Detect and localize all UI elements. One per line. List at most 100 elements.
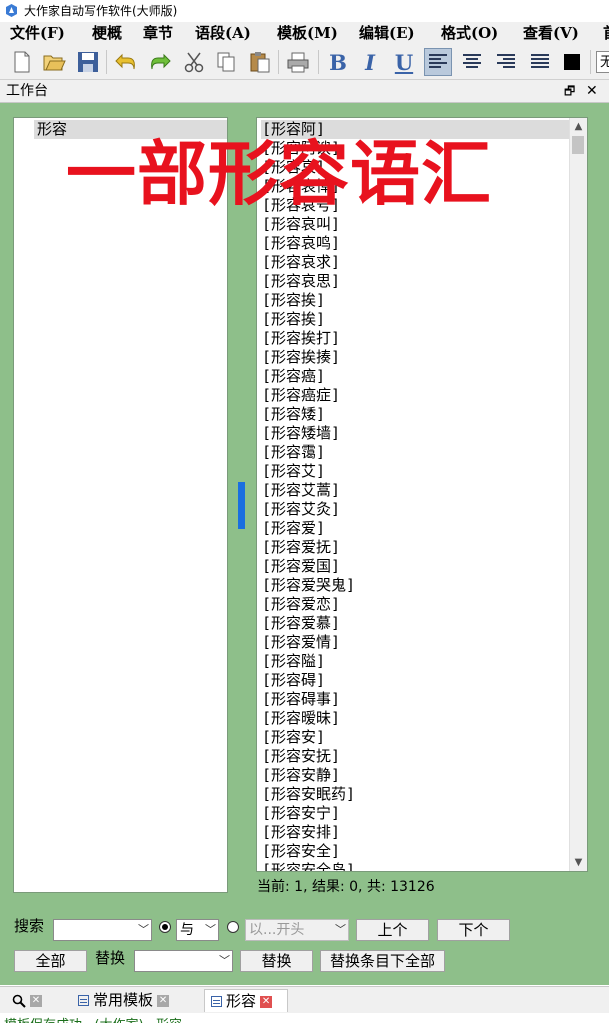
scroll-thumb[interactable] xyxy=(572,136,584,154)
mode-select[interactable]: 与 ﹀ xyxy=(176,919,219,941)
tab-bar: ✕ 常用模板 ✕ 形容 ✕ xyxy=(0,986,609,1013)
tab-close-icon[interactable]: ✕ xyxy=(260,995,273,1008)
list-item[interactable]: [形容癌] xyxy=(261,367,571,386)
radio-starts-with[interactable] xyxy=(227,921,239,933)
tab-xingrong[interactable]: 形容 ✕ xyxy=(204,989,288,1012)
list-item[interactable]: [形容癌症] xyxy=(261,386,571,405)
list-item[interactable]: [形容爱] xyxy=(261,519,571,538)
menu-paragraph[interactable]: 语段(A) xyxy=(195,22,251,45)
tab-label: 常用模板 xyxy=(93,991,154,1009)
category-tree[interactable]: 形容 xyxy=(13,117,228,893)
list-item[interactable]: [形容碍事] xyxy=(261,690,571,709)
list-item[interactable]: [形容碍] xyxy=(261,671,571,690)
list-item[interactable]: [形容哀思] xyxy=(261,272,571,291)
list-item[interactable]: [形容霭] xyxy=(261,443,571,462)
restore-icon[interactable]: 🗗 xyxy=(564,80,575,102)
tab-common-templates[interactable]: 常用模板 ✕ xyxy=(78,989,188,1011)
list-item[interactable]: [形容哀求] xyxy=(261,253,571,272)
menu-format[interactable]: 格式(O) xyxy=(441,22,498,45)
list-item[interactable]: [形容艾] xyxy=(261,462,571,481)
redo-icon[interactable] xyxy=(146,48,174,76)
list-item[interactable]: [形容安抚] xyxy=(261,747,571,766)
close-icon[interactable]: ✕ xyxy=(586,80,598,102)
align-right-icon[interactable] xyxy=(492,48,520,76)
list-item[interactable]: [形容挨打] xyxy=(261,329,571,348)
mode-value: 与 xyxy=(180,922,194,938)
font-combo[interactable]: 无 xyxy=(596,51,609,73)
list-item[interactable]: [形容艾蒿] xyxy=(261,481,571,500)
list-item[interactable]: [形容阿谀] xyxy=(261,139,571,158)
list-item[interactable]: [形容爱慕] xyxy=(261,614,571,633)
list-item[interactable]: [形容安全] xyxy=(261,842,571,861)
all-button[interactable]: 全部 xyxy=(14,950,87,972)
list-item[interactable]: [形容安排] xyxy=(261,823,571,842)
underline-icon[interactable]: U xyxy=(390,48,418,76)
menu-chapter[interactable]: 章节 xyxy=(143,22,173,45)
paste-icon[interactable] xyxy=(246,48,274,76)
tab-close-icon[interactable]: ✕ xyxy=(157,994,170,1007)
list-item[interactable]: [形容爱抚] xyxy=(261,538,571,557)
list-scrollbar[interactable]: ▲ ▼ xyxy=(569,118,587,871)
list-item[interactable]: [形容爱国] xyxy=(261,557,571,576)
list-item[interactable]: [形容挨] xyxy=(261,291,571,310)
menu-outline[interactable]: 梗概 xyxy=(92,22,122,45)
menu-edit[interactable]: 编辑(E) xyxy=(359,22,415,45)
tab-search[interactable]: ✕ xyxy=(8,989,60,1011)
align-center-icon[interactable] xyxy=(458,48,486,76)
menu-template[interactable]: 模板(M) xyxy=(277,22,338,45)
list-item[interactable]: [形容矮] xyxy=(261,405,571,424)
next-button[interactable]: 下个 xyxy=(437,919,510,941)
list-item[interactable]: [形容哀鸣] xyxy=(261,234,571,253)
replace-input[interactable]: ﹀ xyxy=(134,950,233,972)
list-item[interactable]: [形容爱哭鬼] xyxy=(261,576,571,595)
menu-more[interactable]: 首 xyxy=(603,22,609,45)
list-item[interactable]: [形容哀悼] xyxy=(261,177,571,196)
italic-icon[interactable]: I xyxy=(356,48,384,76)
menu-view[interactable]: 查看(V) xyxy=(523,22,579,45)
tree-item-selected[interactable]: 形容 xyxy=(34,120,227,139)
list-item[interactable]: [形容艾灸] xyxy=(261,500,571,519)
bold-icon[interactable]: B xyxy=(324,48,352,76)
list-item[interactable]: [形容挨揍] xyxy=(261,348,571,367)
list-item[interactable]: [形容暧昧] xyxy=(261,709,571,728)
search-icon xyxy=(12,994,26,1008)
list-item[interactable]: [形容隘] xyxy=(261,652,571,671)
list-item[interactable]: [形容哀号] xyxy=(261,196,571,215)
list-item[interactable]: [形容安眠药] xyxy=(261,785,571,804)
search-input[interactable]: ﹀ xyxy=(53,919,152,941)
list-item[interactable]: [形容阿] xyxy=(261,120,571,139)
list-item[interactable]: [形容安静] xyxy=(261,766,571,785)
starts-with-select[interactable]: 以...开头 ﹀ xyxy=(245,919,349,941)
tab-close-icon[interactable]: ✕ xyxy=(30,994,42,1007)
print-icon[interactable] xyxy=(284,48,312,76)
prev-button[interactable]: 上个 xyxy=(356,919,429,941)
align-left-icon[interactable] xyxy=(424,48,452,76)
color-icon[interactable] xyxy=(558,48,586,76)
list-item[interactable]: [形容哀] xyxy=(261,158,571,177)
list-item[interactable]: [形容安] xyxy=(261,728,571,747)
phrase-list[interactable]: [形容阿] [形容阿谀] [形容哀] [形容哀悼] [形容哀号] [形容哀叫] [形容哀鸣]… xyxy=(256,117,588,872)
list-item[interactable]: [形容安全岛] xyxy=(261,861,571,871)
menu-file[interactable]: 文件(F) xyxy=(10,22,65,45)
radio-and[interactable] xyxy=(159,921,171,933)
list-item[interactable]: [形容爱情] xyxy=(261,633,571,652)
list-item[interactable]: [形容爱恋] xyxy=(261,595,571,614)
window-title: 大作家自动写作软件(大师版) xyxy=(24,4,178,18)
new-file-icon[interactable] xyxy=(8,48,36,76)
scroll-down-icon[interactable]: ▼ xyxy=(570,854,587,871)
document-icon xyxy=(78,995,89,1006)
replace-button[interactable]: 替换 xyxy=(240,950,313,972)
copy-icon[interactable] xyxy=(212,48,240,76)
replace-all-button[interactable]: 替换条目下全部 xyxy=(320,950,445,972)
save-icon[interactable] xyxy=(74,48,102,76)
scroll-up-icon[interactable]: ▲ xyxy=(570,118,587,135)
cut-icon[interactable] xyxy=(180,48,208,76)
list-item[interactable]: [形容安宁] xyxy=(261,804,571,823)
list-item[interactable]: [形容挨] xyxy=(261,310,571,329)
splitter-handle[interactable] xyxy=(238,482,245,529)
list-item[interactable]: [形容矮墙] xyxy=(261,424,571,443)
justify-icon[interactable] xyxy=(526,48,554,76)
list-item[interactable]: [形容哀叫] xyxy=(261,215,571,234)
undo-icon[interactable] xyxy=(112,48,140,76)
open-folder-icon[interactable] xyxy=(40,48,68,76)
